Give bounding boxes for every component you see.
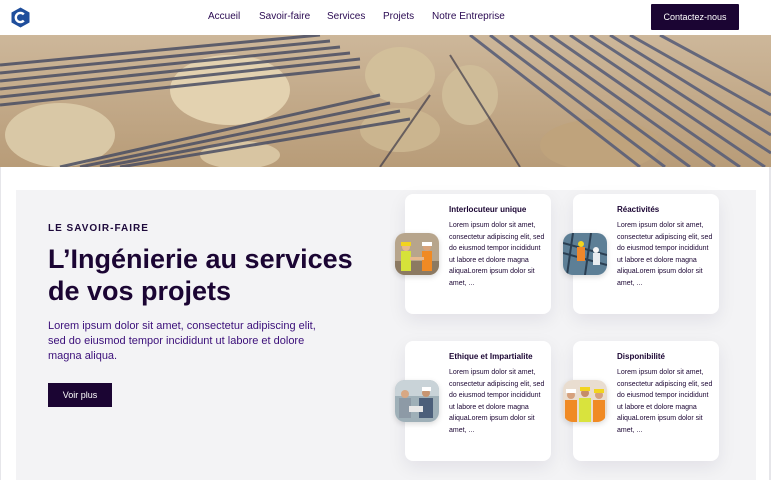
workers-helmets-photo-icon xyxy=(563,380,607,422)
card-title: Disponibilité xyxy=(617,352,665,361)
contact-button[interactable]: Contactez-nous xyxy=(651,4,739,30)
workers-handshake-photo-icon xyxy=(395,233,439,275)
section-eyebrow: LE SAVOIR-FAIRE xyxy=(48,223,149,234)
section-lead: Lorem ipsum dolor sit amet, consectetur … xyxy=(48,320,316,362)
section-title: L’Ingénierie au services de vos projets xyxy=(48,244,353,306)
site-header: Accueil Savoir-faire Services Projets No… xyxy=(0,0,771,35)
voir-plus-button[interactable]: Voir plus xyxy=(48,383,112,407)
nav-link-savoir-faire[interactable]: Savoir-faire xyxy=(259,11,310,22)
workers-site-photo-icon xyxy=(563,233,607,275)
nav-link-projets[interactable]: Projets xyxy=(383,11,414,22)
nav-link-services[interactable]: Services xyxy=(327,11,365,22)
card-body: Lorem ipsum dolor sit amet, consectetur … xyxy=(449,369,545,434)
card-title: Interlocuteur unique xyxy=(449,205,527,214)
engineers-meeting-photo-icon xyxy=(395,380,439,422)
card-title: Réactivités xyxy=(617,205,660,214)
card-body: Lorem ipsum dolor sit amet, consectetur … xyxy=(617,369,713,434)
nav-link-accueil[interactable]: Accueil xyxy=(208,11,240,22)
hero-image xyxy=(0,35,771,167)
card-body: Lorem ipsum dolor sit amet, consectetur … xyxy=(617,222,713,287)
card-body: Lorem ipsum dolor sit amet, consectetur … xyxy=(449,222,545,287)
nav-link-notre-entreprise[interactable]: Notre Entreprise xyxy=(432,11,505,22)
card-title: Ethique et Impartialite xyxy=(449,352,533,361)
page-border-left xyxy=(0,167,1,480)
